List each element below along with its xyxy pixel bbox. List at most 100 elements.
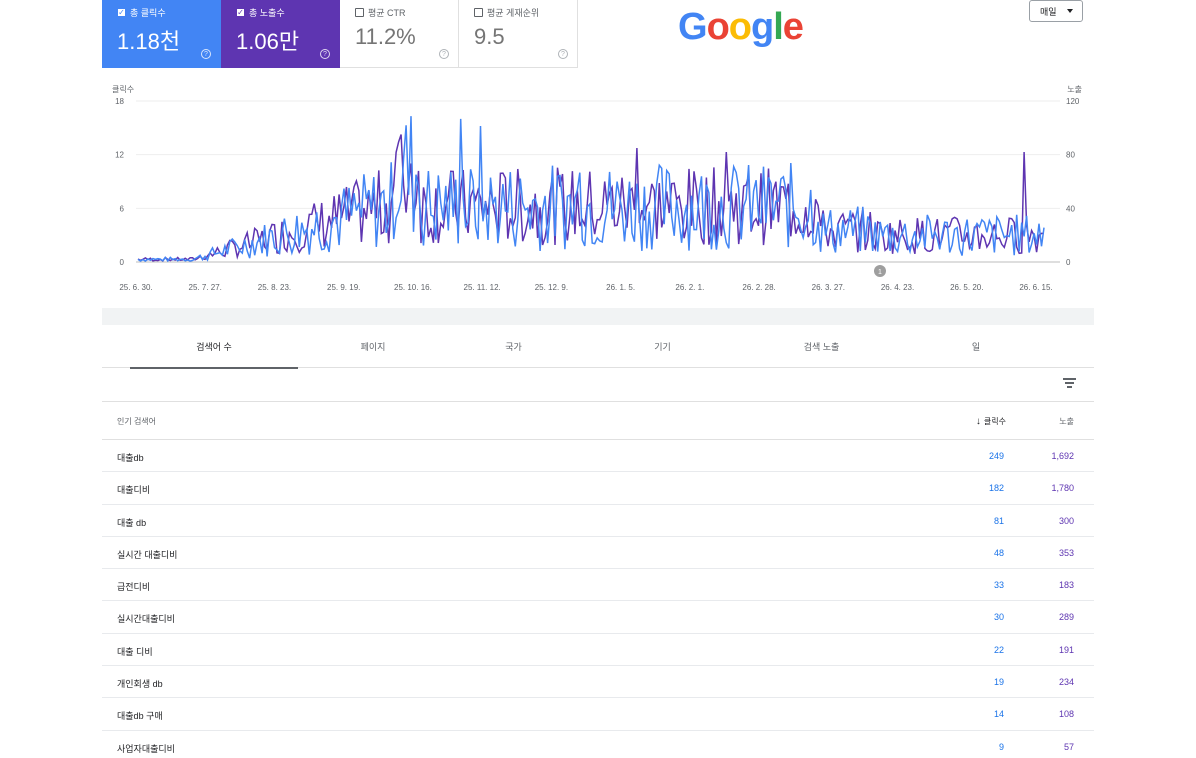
table-row[interactable]: 사업자대출디비 9 57 — [102, 731, 1094, 758]
query-cell: 대출 db — [117, 517, 147, 528]
column-header-impressions[interactable]: 노출 — [1059, 416, 1074, 427]
metric-label: 평균 CTR — [368, 8, 406, 18]
x-tick-label: 26. 4. 23. — [881, 283, 914, 292]
x-tick-label: 26. 2. 28. — [742, 283, 775, 292]
filter-row — [102, 368, 1094, 402]
logo-letter: o — [706, 6, 730, 48]
chevron-down-icon — [1066, 9, 1073, 13]
x-tick-label: 25. 11. 12. — [464, 283, 501, 292]
logo-letter: G — [678, 6, 708, 48]
clicks-cell: 48 — [993, 547, 1004, 558]
table-row[interactable]: 급전디비 33 183 — [102, 569, 1094, 602]
metric-value: 11.2% — [355, 24, 416, 49]
logo-letter: o — [728, 6, 752, 48]
right-tick-label: 40 — [1066, 204, 1075, 213]
impressions-cell: 108 — [1058, 709, 1074, 720]
x-tick-label: 26. 5. 20. — [950, 283, 983, 292]
column-header-query: 인기 검색어 — [117, 417, 157, 426]
x-tick-label: 25. 9. 19. — [327, 283, 360, 292]
right-axis-title: 노출 — [1067, 84, 1082, 94]
impressions-cell: 234 — [1058, 677, 1074, 688]
query-cell: 대출db 구매 — [117, 711, 163, 722]
metric-label: 총 클릭수 — [130, 8, 166, 18]
query-cell: 실시간 대출디비 — [117, 549, 178, 560]
line-chart-svg: 0 6 12 18 0 40 80 120 클릭수 노출 25. 6. 30. 25. 7. 27. 2… — [112, 84, 1082, 292]
checkbox-unchecked-icon[interactable] — [474, 8, 483, 17]
query-cell: 개인회생 db — [117, 679, 163, 690]
chart-footer-band — [102, 308, 1094, 325]
clicks-cell: 22 — [993, 644, 1004, 655]
metric-card-average-ctr[interactable]: 평균 CTR 11.2% ? — [340, 0, 459, 68]
logo-letter: e — [782, 6, 804, 48]
table-row[interactable]: 대출 db 81 300 — [102, 505, 1094, 537]
x-tick-label: 26. 3. 27. — [812, 283, 845, 292]
annotation-label: 1 — [878, 269, 882, 276]
x-tick-label: 25. 6. 30. — [119, 283, 152, 292]
metric-label: 총 노출수 — [249, 8, 285, 18]
x-tick-label: 25. 12. 9. — [535, 283, 568, 292]
performance-chart: 0 6 12 18 0 40 80 120 클릭수 노출 25. 6. 30. 25. 7. 27. 2… — [102, 80, 1094, 308]
impressions-cell: 183 — [1058, 580, 1074, 591]
checkbox-checked-icon[interactable]: ✓ — [117, 8, 126, 17]
table-row[interactable]: 개인회생 db 19 234 — [102, 666, 1094, 699]
help-icon[interactable]: ? — [320, 49, 330, 59]
tab-dates[interactable]: 일 — [897, 325, 1055, 368]
query-table: 대출db 249 1,692 대출디비 182 1,780 대출 db 81 300 실시간… — [102, 440, 1094, 758]
x-tick-label: 26. 2. 1. — [675, 283, 704, 292]
table-row[interactable]: 대출디비 182 1,780 — [102, 472, 1094, 505]
x-tick-label: 26. 1. 5. — [606, 283, 635, 292]
clicks-cell: 14 — [993, 709, 1004, 720]
left-tick-label: 12 — [115, 151, 124, 160]
clicks-cell: 19 — [993, 677, 1004, 688]
right-tick-label: 0 — [1066, 258, 1071, 267]
help-icon[interactable]: ? — [201, 49, 211, 59]
x-tick-label: 25. 10. 16. — [394, 283, 432, 292]
metric-cards: ✓ 총 클릭수 1.18천 ? ✓ 총 노출수 1.06만 ? 평균 CTR 11.… — [102, 0, 578, 68]
metric-value: 9.5 — [474, 24, 505, 49]
table-row[interactable]: 대출db 249 1,692 — [102, 440, 1094, 473]
column-header-clicks-label: 클릭수 — [983, 417, 1006, 426]
metric-card-total-clicks[interactable]: ✓ 총 클릭수 1.18천 ? — [102, 0, 221, 68]
tab-pages[interactable]: 페이지 — [298, 325, 448, 368]
left-tick-label: 0 — [120, 258, 125, 267]
query-cell: 대출 디비 — [117, 646, 153, 657]
metric-value: 1.06만 — [236, 29, 300, 54]
impressions-cell: 1,692 — [1051, 451, 1074, 461]
tab-queries[interactable]: 검색어 수 — [130, 325, 298, 369]
metric-card-total-impressions[interactable]: ✓ 총 노출수 1.06만 ? — [221, 0, 340, 68]
table-row[interactable]: 대출db 구매 14 108 — [102, 698, 1094, 731]
tab-devices[interactable]: 기기 — [579, 325, 746, 368]
arrow-down-icon: ↓ — [975, 416, 981, 427]
filter-icon[interactable] — [1063, 378, 1076, 388]
impressions-cell: 289 — [1058, 612, 1074, 623]
table-header: 인기 검색어 ↓ 클릭수 노출 — [102, 402, 1094, 440]
x-tick-label: 25. 7. 27. — [189, 283, 222, 292]
help-icon[interactable]: ? — [558, 49, 568, 59]
google-logo: Google — [678, 6, 804, 49]
clicks-cell: 81 — [993, 515, 1004, 526]
query-cell: 대출db — [117, 453, 144, 463]
checkbox-unchecked-icon[interactable] — [355, 8, 364, 17]
column-header-clicks[interactable]: ↓ 클릭수 — [976, 416, 1006, 427]
impressions-cell: 300 — [1058, 515, 1074, 526]
metric-value: 1.18천 — [117, 29, 181, 54]
table-row[interactable]: 실시간 대출디비 48 353 — [102, 537, 1094, 570]
table-row[interactable]: 대출 디비 22 191 — [102, 634, 1094, 667]
logo-letter: l — [773, 6, 784, 48]
period-label: 매일 — [1040, 6, 1057, 17]
left-tick-label: 6 — [120, 204, 125, 213]
clicks-cell: 33 — [993, 580, 1004, 591]
table-row[interactable]: 실시간대출디비 30 289 — [102, 601, 1094, 634]
tab-search-appearance[interactable]: 검색 노출 — [746, 325, 897, 368]
left-axis-title: 클릭수 — [112, 84, 134, 94]
x-tick-label: 26. 6. 15. — [1019, 283, 1052, 292]
help-icon[interactable]: ? — [439, 49, 449, 59]
period-dropdown[interactable]: 매일 — [1029, 0, 1083, 22]
tab-countries[interactable]: 국가 — [448, 325, 579, 368]
impressions-cell: 57 — [1063, 741, 1074, 752]
checkbox-checked-icon[interactable]: ✓ — [236, 8, 245, 17]
impressions-cell: 353 — [1058, 547, 1074, 558]
metric-card-average-position[interactable]: 평균 게재순위 9.5 ? — [459, 0, 578, 68]
impressions-cell: 191 — [1058, 644, 1074, 655]
impressions-cell: 1,780 — [1051, 483, 1074, 494]
